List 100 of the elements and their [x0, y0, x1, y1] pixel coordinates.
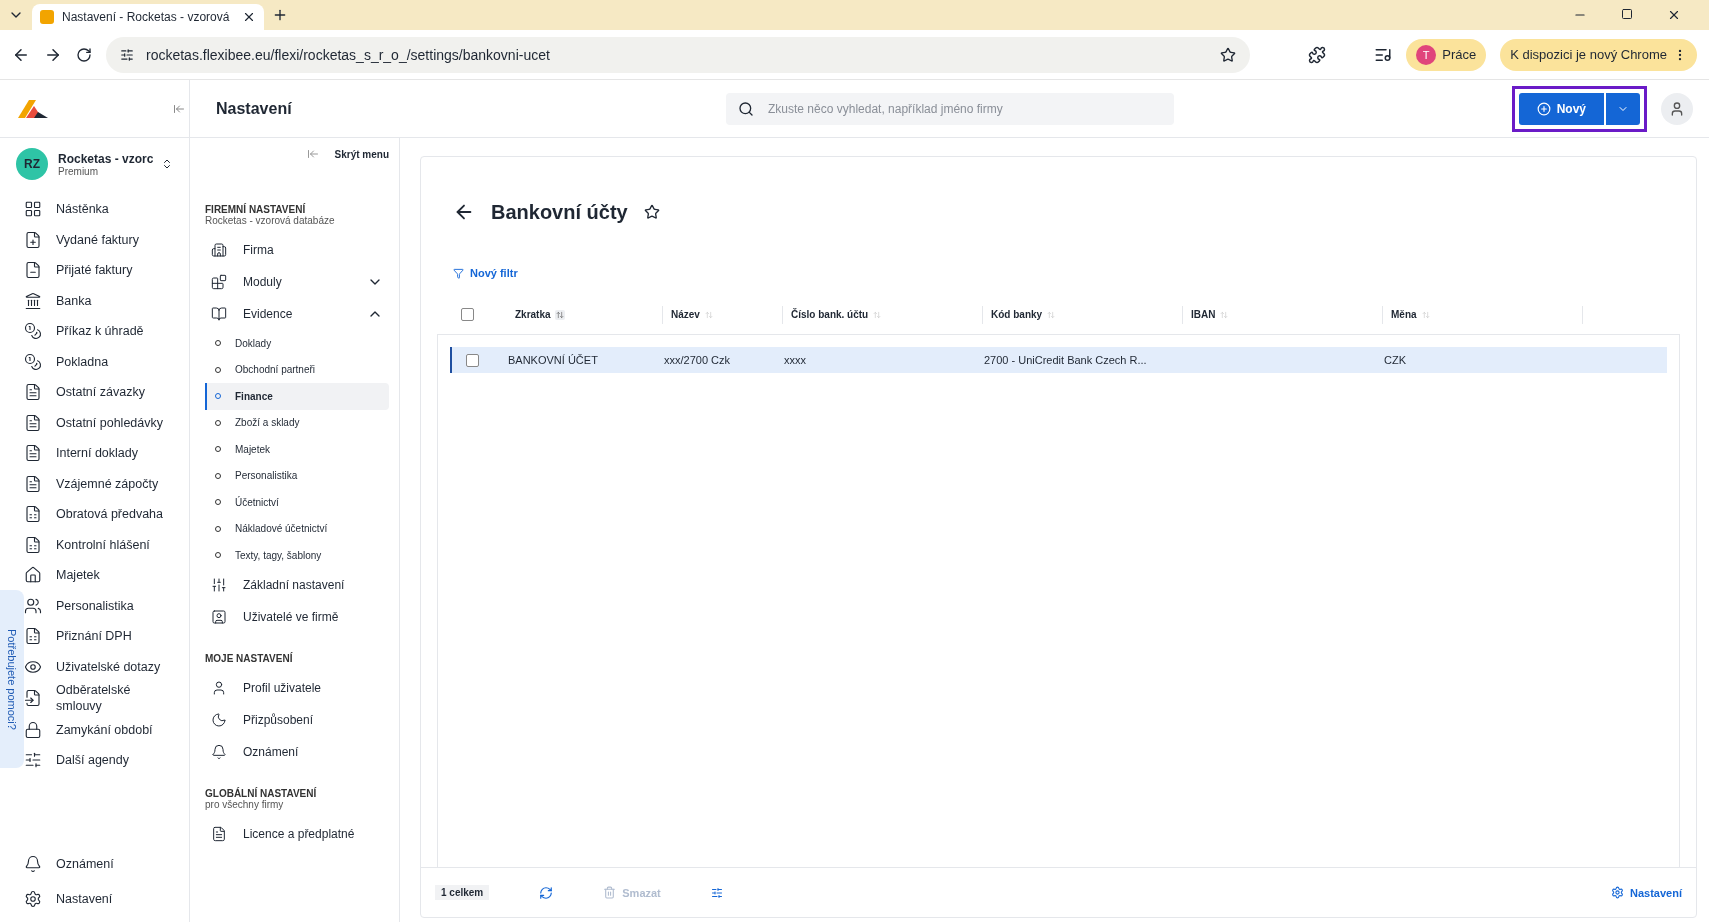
blocks-icon	[211, 274, 227, 290]
coins-icon	[24, 322, 42, 341]
more-actions-button[interactable]	[710, 886, 723, 899]
help-tab[interactable]: Potřebujete pomoci?	[0, 590, 24, 768]
settings-item[interactable]: Základní nastavení	[205, 568, 389, 601]
filter-icon	[453, 267, 464, 279]
table-cell-text: 2700 - UniCredit Bank Czech R...	[983, 354, 1148, 366]
grid-icon	[24, 200, 42, 219]
nav-item[interactable]: Interní doklady	[24, 438, 189, 469]
document-plus-icon	[24, 230, 42, 249]
settings-item[interactable]: Přizpůsobení	[205, 703, 389, 736]
settings-subitem[interactable]: Doklady	[205, 330, 389, 357]
nav-item[interactable]: Banka	[24, 285, 189, 316]
settings-subitem[interactable]: Zboží a sklady	[205, 409, 389, 436]
update-button[interactable]: K dispozici je nový Chrome	[1500, 38, 1697, 71]
users-icon	[24, 596, 42, 615]
close-icon[interactable]	[242, 10, 256, 24]
nav-item[interactable]: Ostatní závazky	[24, 377, 189, 408]
table-cell-text: xxx/2700 Czk	[663, 354, 732, 366]
settings-item[interactable]: Uživatelé ve firmě	[205, 600, 389, 633]
table-row[interactable]: BANKOVNÍ ÚČET xxx/2700 Czk xxxx 2700 - UniCredit Bank Czech R... CZK	[450, 347, 1667, 373]
settings-subitem[interactable]: Finance	[205, 383, 389, 410]
user-avatar[interactable]	[1661, 92, 1693, 125]
page-title: Bankovní účty	[491, 200, 628, 224]
profile-button[interactable]: T Práce	[1406, 38, 1487, 71]
settings-item[interactable]: Evidence	[205, 298, 389, 330]
column-header[interactable]: IBAN	[1183, 305, 1383, 324]
nav-item[interactable]: Obratová předvaha	[24, 499, 189, 530]
table-settings-button[interactable]: Nastavení	[1611, 886, 1682, 899]
house-icon	[24, 566, 42, 585]
nav-item[interactable]: Personalistika	[24, 590, 189, 621]
close-icon[interactable]	[1667, 8, 1681, 22]
section-title: FIREMNÍ NASTAVENÍ	[205, 204, 307, 215]
collapse-icon[interactable]	[306, 148, 319, 160]
refresh-button[interactable]	[539, 885, 554, 900]
document-icon	[24, 413, 42, 432]
nav-item[interactable]: Vzájemné zápočty	[24, 468, 189, 499]
nav-item[interactable]: Majetek	[24, 560, 189, 591]
settings-item[interactable]: Moduly	[205, 266, 389, 298]
favorite-star-icon[interactable]	[643, 204, 660, 220]
settings-item[interactable]: Oznámení	[205, 735, 389, 768]
section-title: GLOBÁLNÍ NASTAVENÍ	[205, 787, 318, 799]
bookmark-star-icon[interactable]	[1220, 46, 1237, 63]
column-header[interactable]: Měna	[1383, 305, 1583, 324]
address-bar[interactable]: rocketas.flexibee.eu/flexi/rocketas_s_r_o_/settings/bankovni-ucet	[106, 36, 1251, 73]
settings-subitem[interactable]: Obchodní partneři	[205, 356, 389, 383]
row-checkbox[interactable]	[466, 353, 479, 367]
settings-subitem[interactable]: Personalistika	[205, 462, 389, 489]
nav-item[interactable]: Nastavení	[24, 883, 189, 914]
nav-item[interactable]: Příkaz k úhradě	[24, 316, 189, 347]
hide-menu-link[interactable]: Skrýt menu	[334, 148, 389, 160]
search-input[interactable]: Zkuste něco vyhledat, například jméno firmy	[766, 100, 1162, 117]
report-icon	[24, 505, 42, 524]
document-icon	[24, 444, 42, 463]
browser-tab[interactable]: Nastavení - Rocketas - vzorová	[32, 4, 264, 30]
report-icon	[24, 535, 42, 554]
report-icon	[24, 627, 42, 646]
nav-item[interactable]: Pokladna	[24, 346, 189, 377]
select-all-checkbox[interactable]	[461, 308, 474, 321]
bell-icon	[211, 743, 227, 760]
trash-icon	[603, 886, 617, 899]
table-cell-text: CZK	[1383, 354, 1407, 366]
search-field[interactable]: Zkuste něco vyhledat, například jméno firmy	[726, 92, 1174, 125]
maximize-icon[interactable]	[1621, 8, 1633, 20]
site-settings-icon[interactable]	[120, 47, 134, 62]
column-header[interactable]: Zkratka	[507, 305, 663, 324]
document-icon	[24, 383, 42, 402]
bell-icon	[24, 855, 42, 874]
collapse-icon[interactable]	[173, 103, 185, 115]
new-tab-icon[interactable]	[272, 7, 288, 23]
dropdown-button[interactable]	[1606, 92, 1640, 125]
nav-item[interactable]: Ostatní pohledávky	[24, 407, 189, 438]
nav-item[interactable]: Přijaté faktury	[24, 255, 189, 286]
nav-item[interactable]: Další agendy	[24, 745, 189, 776]
new-button[interactable]: Nový	[1518, 92, 1604, 125]
company-switcher[interactable]: RZ Rocketas - vzorc Premium	[0, 138, 189, 194]
column-header[interactable]: Název	[663, 305, 783, 324]
column-header[interactable]: Kód banky	[983, 305, 1183, 324]
settings-subitem[interactable]: Účetnictví	[205, 489, 389, 516]
nav-item[interactable]: Vydané faktury	[24, 224, 189, 255]
new-filter-button[interactable]: Nový filtr	[437, 267, 518, 279]
reload-icon[interactable]	[76, 46, 92, 63]
nav-item[interactable]: Nástěnka	[24, 194, 189, 225]
nav-item[interactable]: Přiznání DPH	[24, 621, 189, 652]
settings-item[interactable]: Licence a předplatné	[205, 817, 389, 850]
settings-subitem[interactable]: Nákladové účetnictví	[205, 515, 389, 542]
nav-item[interactable]: Kontrolní hlášení	[24, 529, 189, 560]
document-icon	[24, 474, 42, 493]
nav-item[interactable]: Zamykání období	[24, 714, 189, 745]
moon-icon	[211, 711, 227, 728]
column-header[interactable]: Číslo bank. účtu	[783, 305, 983, 324]
nav-item[interactable]: Uživatelské dotazy	[24, 651, 189, 682]
nav-item[interactable]: Odběratelské smlouvy	[24, 682, 189, 715]
settings-subitem[interactable]: Majetek	[205, 436, 389, 463]
nav-item[interactable]: Oznámení	[24, 849, 189, 880]
settings-subitem[interactable]: Texty, tagy, šablony	[205, 542, 389, 569]
settings-item[interactable]: Firma	[205, 234, 389, 266]
user-icon	[1669, 100, 1685, 117]
settings-item[interactable]: Profil uživatele	[205, 671, 389, 704]
extensions-icon[interactable]	[1308, 45, 1327, 64]
